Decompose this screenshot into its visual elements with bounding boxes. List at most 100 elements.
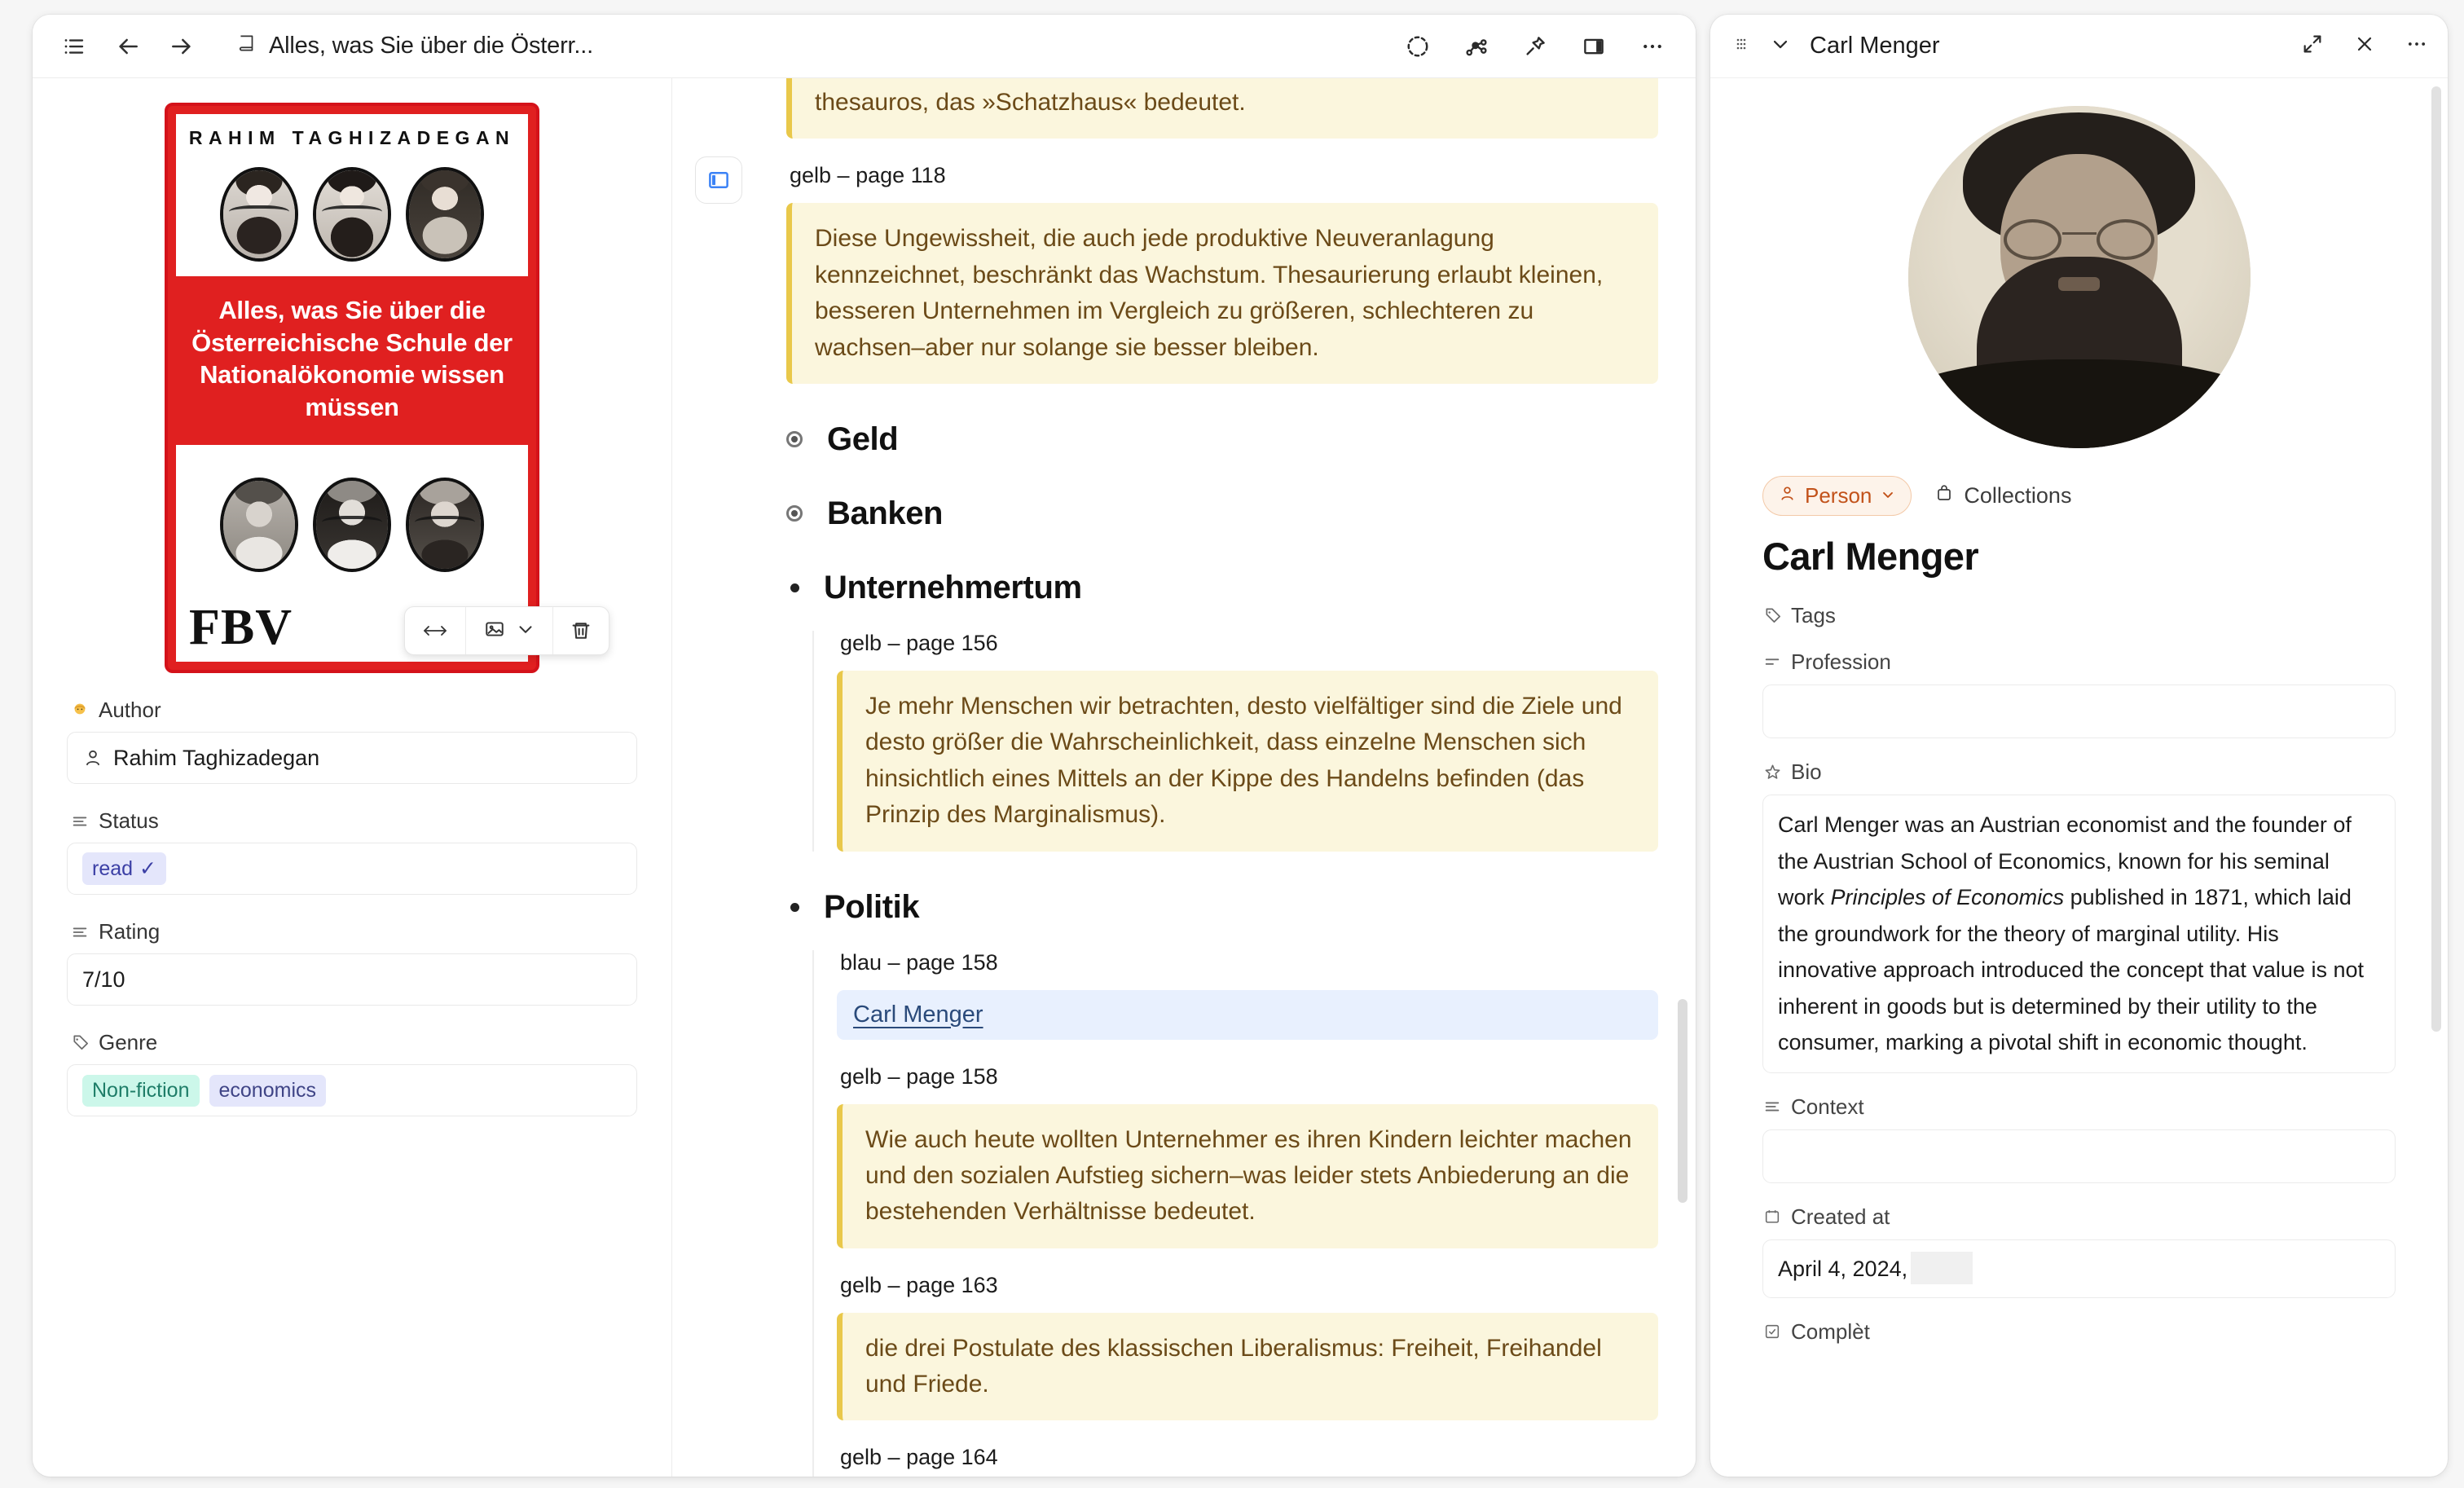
- entity-type-pill[interactable]: Person: [1762, 476, 1912, 516]
- collections-button[interactable]: Collections: [1934, 483, 2071, 508]
- tag-icon: [70, 1033, 90, 1053]
- panel-scrollbar[interactable]: [2431, 86, 2441, 1032]
- top-toolbar: Alles, was Sie über die Österr...: [33, 15, 1696, 78]
- field-rating-label-text: Rating: [99, 919, 161, 944]
- resize-handle-icon[interactable]: [405, 607, 466, 654]
- dashed-circle-icon[interactable]: [1404, 33, 1432, 60]
- panel-field-created-at-label: Created at: [1762, 1204, 2396, 1230]
- person-icon: [1778, 483, 1797, 508]
- created-at-date: April 4, 2024,: [1778, 1256, 1908, 1281]
- field-author-label-text: Author: [99, 698, 161, 722]
- toolbar-right-group: [1404, 33, 1674, 60]
- note-scrollbar[interactable]: [1678, 999, 1687, 1203]
- forward-arrow-icon[interactable]: [168, 33, 196, 60]
- note-heading-unternehmertum[interactable]: Unternehmertum: [786, 570, 1658, 606]
- cover-portraits-top: [184, 167, 520, 262]
- note-heading-text: Geld: [827, 420, 899, 457]
- image-options-button[interactable]: [466, 607, 553, 654]
- panel-field-tags-label: Tags: [1762, 603, 2396, 628]
- pin-icon[interactable]: [1521, 33, 1549, 60]
- book-metadata-pane: RAHIM TAGHIZADEGAN Alles, was Sie über d…: [33, 78, 672, 1477]
- panel-field-complet-label-text: Complèt: [1791, 1319, 1870, 1344]
- book-cover-image[interactable]: RAHIM TAGHIZADEGAN Alles, was Sie über d…: [165, 103, 539, 673]
- bio-textarea[interactable]: Carl Menger was an Austrian economist an…: [1762, 795, 2396, 1073]
- document-title[interactable]: Alles, was Sie über die Österr...: [236, 33, 593, 60]
- entity-link-carl-menger[interactable]: Carl Menger: [853, 1002, 983, 1028]
- status-badge: read ✓: [82, 852, 166, 885]
- book-cover-wrapper: RAHIM TAGHIZADEGAN Alles, was Sie über d…: [67, 103, 637, 673]
- cover-portrait: [313, 477, 391, 572]
- genre-tag: Non-fiction: [82, 1074, 200, 1107]
- cover-title-text: Alles, was Sie über die Österreichische …: [191, 296, 513, 422]
- field-genre-label-text: Genre: [99, 1030, 158, 1054]
- page-label: blau – page 158: [840, 949, 998, 975]
- bullet-icon: [790, 902, 799, 912]
- trash-icon[interactable]: [553, 607, 609, 654]
- context-input[interactable]: [1762, 1129, 2396, 1183]
- book-icon: [236, 33, 257, 60]
- highlight-block: thesauros, das »Schatzhaus« bedeutet.: [786, 78, 1658, 139]
- checkbox-icon: [1762, 1322, 1782, 1341]
- author-value: Rahim Taghizadegan: [113, 745, 320, 770]
- field-genre-label: Genre: [67, 1030, 637, 1055]
- person-icon: [82, 747, 103, 768]
- entity-type-row: Person Collections: [1762, 476, 2396, 516]
- chevron-down-icon[interactable]: [1769, 33, 1792, 59]
- list-icon[interactable]: [60, 33, 88, 60]
- cover-author-text: RAHIM TAGHIZADEGAN: [188, 127, 516, 148]
- bullet-icon: [790, 583, 799, 592]
- note-scroll-area[interactable]: thesauros, das »Schatzhaus« bedeutet. ge…: [672, 78, 1696, 1477]
- panel-field-profession: Profession: [1762, 649, 2396, 738]
- entity-detail-panel: Carl Menger Person Collections Carl Meng…: [1710, 15, 2448, 1477]
- field-genre: Genre Non-fiction economics: [67, 1030, 637, 1116]
- cover-portrait: [406, 477, 484, 572]
- created-at-value[interactable]: April 4, 2024,: [1762, 1239, 2396, 1298]
- author-field[interactable]: Rahim Taghizadegan: [67, 732, 637, 784]
- rating-field[interactable]: 7/10: [67, 953, 637, 1006]
- highlight-block: Wie auch heute wollten Unternehmer es ih…: [837, 1103, 1658, 1248]
- status-field[interactable]: read ✓: [67, 843, 637, 895]
- panel-header-title: Carl Menger: [1810, 33, 1940, 59]
- back-arrow-icon[interactable]: [114, 33, 142, 60]
- note-heading-geld[interactable]: Geld: [786, 421, 1658, 458]
- note-indent-group: blau – page 158 Carl Menger gelb – page …: [812, 949, 1658, 1477]
- more-options-icon[interactable]: [2405, 33, 2428, 59]
- genre-field[interactable]: Non-fiction economics: [67, 1064, 637, 1116]
- note-heading-text: Politik: [824, 888, 920, 925]
- cover-portrait: [406, 167, 484, 262]
- publisher-logo: FBV: [189, 600, 293, 656]
- note-heading-banken[interactable]: Banken: [786, 495, 1658, 532]
- panel-header-actions: [2301, 33, 2428, 59]
- profession-input[interactable]: [1762, 685, 2396, 738]
- image-toolbar: [404, 606, 609, 655]
- note-content-pane: thesauros, das »Schatzhaus« bedeutet. ge…: [672, 78, 1696, 1477]
- expand-icon[interactable]: [2301, 33, 2324, 59]
- text-lines-icon: [1762, 1097, 1782, 1116]
- entity-type-label: Person: [1805, 483, 1872, 508]
- field-rating: Rating 7/10: [67, 919, 637, 1006]
- more-options-icon[interactable]: [1639, 33, 1666, 60]
- close-icon[interactable]: [2353, 33, 2376, 59]
- created-at-time-placeholder: [1911, 1251, 1973, 1284]
- field-status: Status read ✓: [67, 808, 637, 895]
- cover-portrait: [220, 477, 298, 572]
- text-lines-icon: [70, 922, 90, 942]
- text-lines-icon: [1762, 653, 1782, 672]
- graph-icon[interactable]: [1463, 33, 1490, 60]
- status-value: read: [92, 856, 134, 880]
- panel-field-bio: Bio Carl Menger was an Austrian economis…: [1762, 759, 2396, 1073]
- note-heading-politik[interactable]: Politik: [786, 889, 1658, 926]
- cover-portrait: [220, 167, 298, 262]
- carl-menger-portrait: [1907, 106, 2251, 448]
- panel-field-bio-label-text: Bio: [1791, 759, 1822, 784]
- split-panel-icon[interactable]: [1580, 33, 1608, 60]
- panel-field-profession-label: Profession: [1762, 649, 2396, 675]
- panel-field-context-label-text: Context: [1791, 1094, 1864, 1119]
- star-icon: [1762, 763, 1782, 782]
- entity-link-row[interactable]: Carl Menger: [837, 989, 1658, 1040]
- text-lines-icon: [70, 812, 90, 831]
- rating-value: 7/10: [82, 966, 125, 992]
- field-author-label: Author: [67, 698, 637, 723]
- highlight-block: die drei Postulate des klassischen Liber…: [837, 1312, 1658, 1421]
- drag-handle-icon[interactable]: [1731, 34, 1751, 58]
